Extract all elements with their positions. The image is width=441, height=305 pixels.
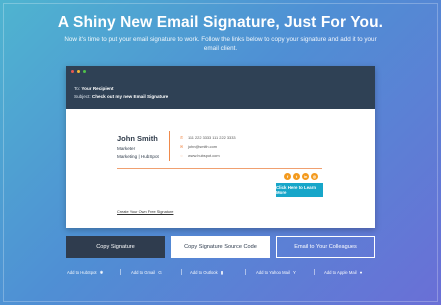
signature-company: Marketing | HubSpot [117, 154, 159, 159]
add-to-yahoo-label: Add to Yahoo Mail [256, 270, 290, 275]
signature-divider [169, 131, 170, 161]
facebook-icon[interactable]: f [284, 173, 291, 180]
add-to-hubspot-link[interactable]: Add to HubSpot ✱ [67, 270, 103, 275]
to-line: To: Your Recipient [74, 86, 114, 91]
website-url: www.hubspot.com [188, 153, 220, 158]
email-header: To: Your Recipient Subject: Check out my… [66, 66, 375, 109]
add-to-outlook-label: Add to Outlook [190, 270, 218, 275]
yahoo-icon: Y [292, 270, 296, 275]
phone-row: ✆ 111 222 3333 111 222 3333 [179, 135, 236, 140]
instagram-icon[interactable]: ◎ [311, 173, 318, 180]
add-to-apple-mail-link[interactable]: Add to Apple Mail ● [324, 270, 362, 275]
email-colleagues-button[interactable]: Email to Your Colleagues [276, 236, 375, 258]
separator [181, 269, 182, 275]
phone-icon: ✆ [179, 134, 184, 140]
globe-icon: ◌ [180, 152, 183, 158]
add-to-hubspot-label: Add to HubSpot [67, 270, 97, 275]
create-signature-link[interactable]: Create Your Own Free Signature [117, 209, 173, 214]
learn-more-button[interactable]: Click Here to Learn More [276, 183, 323, 197]
add-to-outlook-link[interactable]: Add to Outlook ▮ [190, 270, 223, 275]
email-preview-window: To: Your Recipient Subject: Check out my… [66, 66, 375, 228]
apple-icon: ● [359, 270, 363, 275]
to-value: Your Recipient [81, 86, 114, 91]
to-label: To: [74, 86, 81, 91]
social-icons: f t in ◎ [284, 173, 318, 180]
page-title: A Shiny New Email Signature, Just For Yo… [57, 14, 384, 31]
email-address: john@smith.com [188, 144, 218, 149]
add-to-gmail-link[interactable]: Add to Gmail G [131, 270, 162, 275]
signature-name: John Smith [117, 134, 158, 143]
add-to-gmail-label: Add to Gmail [131, 270, 156, 275]
website-row: ◌ www.hubspot.com [179, 152, 220, 158]
separator [245, 269, 246, 275]
separator [120, 269, 121, 275]
linkedin-icon[interactable]: in [302, 173, 309, 180]
add-to-yahoo-link[interactable]: Add to Yahoo Mail Y [256, 270, 296, 275]
subject-label: Subject: [74, 94, 91, 99]
twitter-icon[interactable]: t [293, 173, 300, 180]
minimize-dot [77, 70, 80, 73]
phone-numbers: 111 222 3333 111 222 3333 [188, 135, 236, 140]
copy-source-code-button[interactable]: Copy Signature Source Code [171, 236, 270, 258]
signature-title: Marketer [117, 146, 136, 151]
outlook-icon: ▮ [220, 270, 224, 275]
window-controls [71, 70, 86, 73]
maximize-dot [83, 70, 86, 73]
email-icon: ✉ [179, 143, 184, 149]
hubspot-icon: ✱ [99, 270, 104, 275]
signature-rule [117, 168, 322, 169]
gmail-icon: G [158, 270, 162, 275]
page-subtitle: Now it's time to put your email signatur… [64, 36, 377, 52]
copy-signature-button[interactable]: Copy Signature [66, 236, 165, 258]
subject-line: Subject: Check out my new Email Signatur… [74, 94, 168, 99]
email-row: ✉ john@smith.com [179, 144, 217, 149]
subject-value: Check out my new Email Signature [91, 94, 169, 99]
separator [314, 269, 315, 275]
add-to-apple-mail-label: Add to Apple Mail [324, 270, 357, 275]
close-dot [71, 70, 74, 73]
